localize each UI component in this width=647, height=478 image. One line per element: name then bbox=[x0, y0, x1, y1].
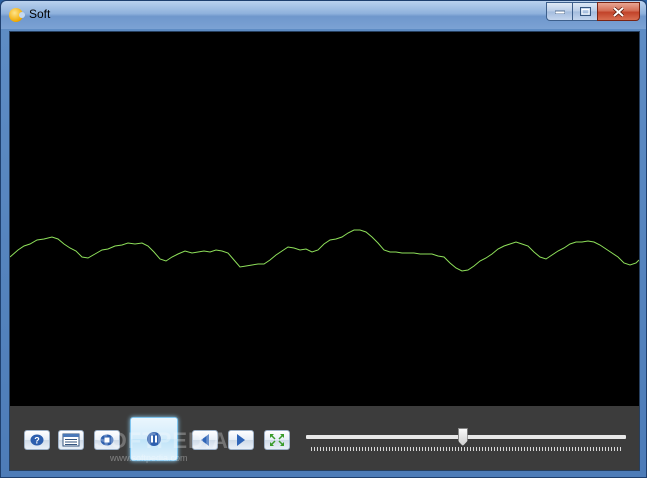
triangle-right-icon bbox=[237, 434, 245, 446]
list-icon bbox=[62, 433, 80, 447]
maximize-icon bbox=[579, 7, 591, 16]
fullscreen-icon bbox=[270, 434, 284, 446]
audio-waveform-visualizer bbox=[10, 229, 639, 272]
title-bar[interactable]: Soft bbox=[1, 1, 646, 29]
next-button[interactable] bbox=[228, 430, 254, 450]
svg-text:?: ? bbox=[34, 436, 40, 446]
help-button[interactable]: ? bbox=[24, 430, 50, 450]
app-window: Soft ? SOFTPEDIA www.softpedia.com bbox=[0, 0, 647, 478]
playlist-button[interactable] bbox=[58, 430, 84, 450]
player-client-area: ? SOFTPEDIA www.softpedia.com bbox=[9, 31, 640, 471]
waveform-line bbox=[10, 229, 639, 272]
watermark-text: SOFTPEDIA bbox=[94, 428, 229, 453]
close-icon bbox=[613, 6, 624, 17]
minimize-icon bbox=[554, 10, 565, 14]
maximize-button[interactable] bbox=[572, 2, 597, 21]
help-icon: ? bbox=[30, 434, 44, 446]
caption-buttons bbox=[546, 2, 640, 21]
minimize-button[interactable] bbox=[546, 2, 572, 21]
playback-controls-bar: ? SOFTPEDIA www.softpedia.com bbox=[10, 406, 639, 470]
app-logo-icon[interactable] bbox=[9, 8, 25, 22]
seek-slider-thumb[interactable] bbox=[457, 428, 468, 446]
close-button[interactable] bbox=[597, 2, 640, 21]
fullscreen-button[interactable] bbox=[264, 430, 290, 450]
window-title: Soft bbox=[29, 7, 51, 21]
watermark-url: www.softpedia.com bbox=[110, 453, 188, 463]
seek-slider-ticks bbox=[311, 447, 623, 451]
